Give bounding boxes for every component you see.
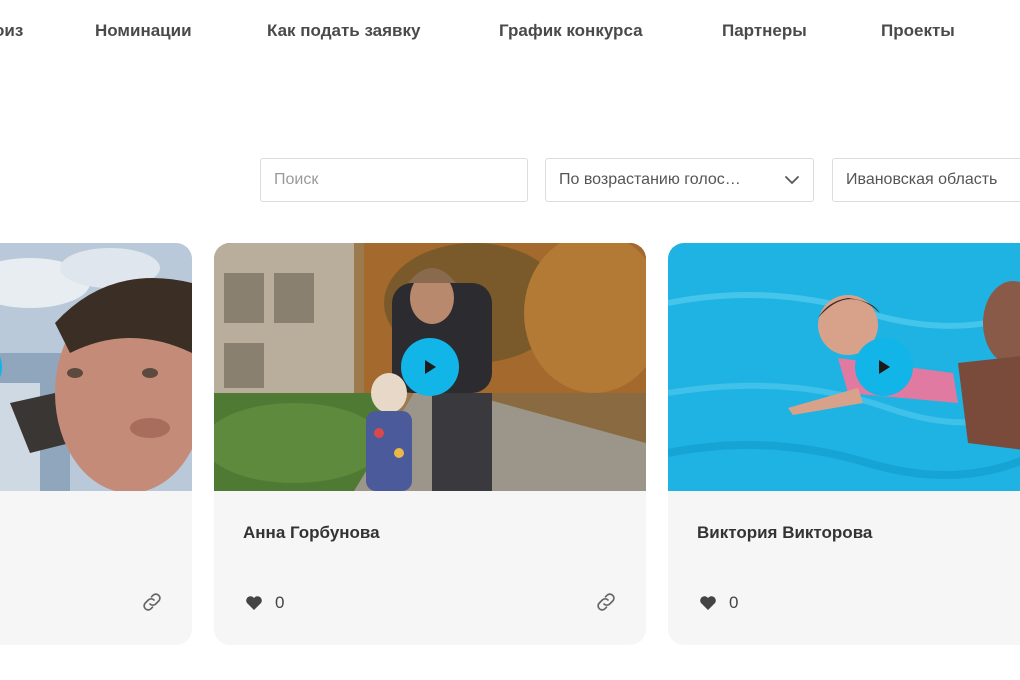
search-input[interactable]	[274, 159, 527, 201]
video-thumbnail[interactable]	[0, 243, 192, 491]
play-button[interactable]	[401, 338, 459, 396]
nav-item-schedule[interactable]: График конкурса	[499, 21, 643, 41]
card-author-name: Виктория Викторова	[697, 523, 873, 542]
video-card[interactable]: Анна Горбунова 0	[214, 243, 646, 645]
like-counter[interactable]: 0	[699, 593, 738, 613]
play-icon	[425, 360, 436, 374]
link-icon[interactable]	[140, 590, 164, 614]
video-card[interactable]: Виктория Викторова 0	[668, 243, 1020, 645]
region-select-value: Ивановская область	[846, 171, 998, 188]
chevron-down-icon	[785, 176, 799, 184]
heart-icon	[700, 596, 716, 610]
like-count: 0	[275, 593, 285, 612]
nav-item-partners[interactable]: Партнеры	[722, 21, 807, 41]
region-select[interactable]: Ивановская область	[832, 158, 1020, 202]
search-field[interactable]	[260, 158, 528, 202]
thumbnail-image	[668, 243, 1020, 491]
nav-item-prize[interactable]: оиз	[0, 21, 23, 41]
video-thumbnail[interactable]	[668, 243, 1020, 491]
nav-item-how-to-apply[interactable]: Как подать заявку	[267, 21, 420, 41]
like-counter[interactable]: 0	[245, 593, 284, 613]
nav-item-projects[interactable]: Проекты	[881, 21, 955, 41]
link-icon[interactable]	[594, 590, 618, 614]
nav-item-nominations[interactable]: Номинации	[95, 21, 192, 41]
play-button[interactable]	[855, 338, 913, 396]
video-thumbnail[interactable]	[214, 243, 646, 491]
sort-select[interactable]: По возрастанию голос…	[545, 158, 814, 202]
heart-icon	[246, 596, 262, 610]
like-count: 0	[729, 593, 739, 612]
video-card[interactable]	[0, 243, 192, 645]
sort-select-value: По возрастанию голос…	[559, 171, 741, 188]
card-author-name: Анна Горбунова	[243, 523, 380, 542]
thumbnail-image	[0, 243, 192, 491]
play-icon	[879, 360, 890, 374]
